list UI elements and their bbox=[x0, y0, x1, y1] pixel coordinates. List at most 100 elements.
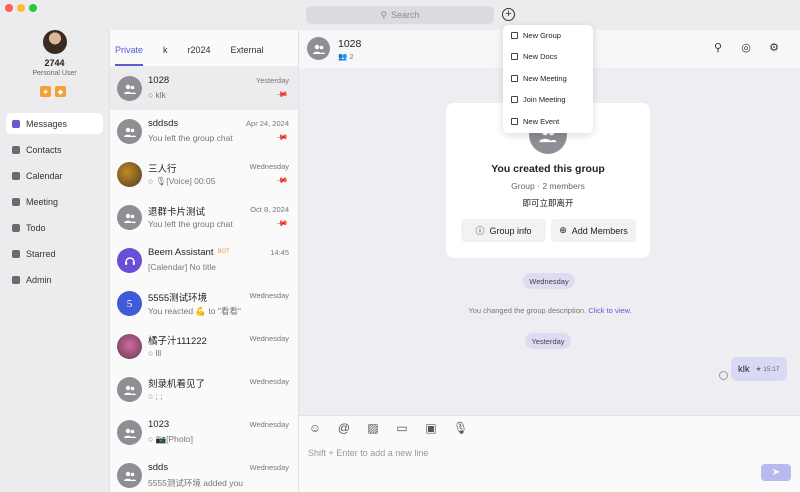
chat-preview: ○ 🎙[Voice] 00:05 bbox=[148, 175, 216, 186]
card-note: 即可立即离开 bbox=[522, 198, 574, 208]
title-bar: ⚲ Search + bbox=[0, 0, 800, 30]
nav-messages[interactable]: Messages bbox=[6, 113, 103, 134]
chat-tabs: Private k r2024 External bbox=[110, 30, 298, 67]
chat-title: 1028 bbox=[338, 38, 362, 50]
group-avatar-icon[interactable] bbox=[307, 37, 330, 60]
menu-new-event[interactable]: New Event bbox=[503, 111, 593, 132]
chat-preview: ○ klk bbox=[148, 89, 166, 100]
user-avatar[interactable] bbox=[43, 30, 67, 54]
chat-row[interactable]: 1028 Yesterday ○ klk 📌 bbox=[110, 67, 298, 110]
message-text: klk bbox=[738, 363, 750, 375]
nav-label: Meeting bbox=[26, 196, 59, 207]
group-icon bbox=[511, 32, 518, 39]
chat-preview: ○ lll bbox=[148, 347, 162, 358]
nav-meeting[interactable]: Meeting bbox=[6, 191, 103, 212]
chat-name: 退群卡片测试 bbox=[148, 206, 206, 218]
pin-icon: 📌 bbox=[275, 130, 289, 144]
menu-new-docs[interactable]: New Docs bbox=[503, 46, 593, 67]
group-avatar-icon bbox=[117, 377, 142, 402]
chat-row[interactable]: 三人行 Wednesday ○ 🎙[Voice] 00:05 📌 bbox=[110, 153, 298, 196]
card-title: You created this group bbox=[491, 163, 605, 175]
group-avatar-icon bbox=[117, 76, 142, 101]
chat-name: sddsds bbox=[148, 117, 179, 129]
nav-starred[interactable]: Starred bbox=[6, 243, 103, 264]
chat-time: Wednesday bbox=[249, 333, 289, 343]
chat-name: sdds bbox=[148, 461, 169, 473]
chat-preview: 5555测试环境 added you bbox=[148, 477, 243, 488]
send-button[interactable]: ➤ bbox=[761, 464, 791, 481]
minimize-window-button[interactable] bbox=[17, 4, 25, 12]
nav-label: Calendar bbox=[26, 170, 63, 181]
zoom-window-button[interactable] bbox=[29, 4, 37, 12]
menu-label: Join Meeting bbox=[523, 95, 566, 104]
group-info-button[interactable]: ⓘ Group info bbox=[461, 219, 546, 242]
chat-row[interactable]: 刻录机看见了 Wednesday ○ ; ; bbox=[110, 368, 298, 411]
date-divider: Wednesday bbox=[523, 273, 575, 289]
add-members-button[interactable]: ⊕ Add Members bbox=[551, 219, 636, 242]
tab-private[interactable]: Private bbox=[115, 45, 153, 66]
group-avatar-icon bbox=[117, 463, 142, 488]
chat-time: Wednesday bbox=[249, 462, 289, 472]
chat-row[interactable]: Beem Assistant BOT 14:45 [Calendar] No ti… bbox=[110, 239, 298, 282]
chat-row[interactable]: 5 5555测试环境 Wednesday You reacted 💪 to "看… bbox=[110, 282, 298, 325]
tab-external[interactable]: External bbox=[231, 45, 274, 66]
search-icon: ⚲ bbox=[380, 9, 388, 20]
chat-time: Yesterday bbox=[255, 75, 289, 85]
nav-contacts[interactable]: Contacts bbox=[6, 139, 103, 160]
menu-label: New Docs bbox=[523, 52, 558, 61]
click-to-view-link[interactable]: Click to view. bbox=[588, 306, 631, 315]
nav-admin[interactable]: Admin bbox=[6, 269, 103, 290]
nav-calendar[interactable]: Calendar bbox=[6, 165, 103, 186]
nav-todo[interactable]: Todo bbox=[6, 217, 103, 238]
add-button[interactable]: + bbox=[502, 8, 515, 21]
nav-label: Starred bbox=[26, 248, 56, 259]
plus-icon: + bbox=[505, 8, 512, 20]
menu-new-meeting[interactable]: New Meeting bbox=[503, 68, 593, 89]
image-icon[interactable]: ▨ bbox=[366, 421, 380, 435]
todo-icon bbox=[12, 223, 20, 232]
system-message: You changed the group description. Click… bbox=[299, 306, 800, 315]
chat-preview: You reacted 💪 to "看看" bbox=[148, 305, 241, 316]
tab-k[interactable]: k bbox=[163, 45, 178, 66]
member-count[interactable]: 👥 2 bbox=[338, 52, 354, 61]
card-subtitle: Group · 2 members bbox=[511, 181, 585, 191]
menu-join-meeting[interactable]: Join Meeting bbox=[503, 89, 593, 110]
search-in-chat-icon[interactable]: ⚲ bbox=[712, 42, 724, 54]
messages-icon bbox=[12, 119, 20, 128]
message-input[interactable]: Shift + Enter to add a new line bbox=[308, 448, 428, 458]
add-members-label: Add Members bbox=[571, 225, 628, 236]
tab-r2024[interactable]: r2024 bbox=[188, 45, 221, 66]
date-divider: Yesterday bbox=[525, 333, 571, 349]
left-nav: 2744 Personal User ★ ◆ Messages Contacts… bbox=[0, 30, 109, 492]
close-window-button[interactable] bbox=[5, 4, 13, 12]
chat-row[interactable]: sddsds Apr 24, 2024 You left the group c… bbox=[110, 110, 298, 153]
group-info-label: Group info bbox=[489, 225, 532, 236]
chat-row[interactable]: sdds Wednesday 5555测试环境 added you bbox=[110, 454, 298, 492]
card-icon[interactable]: ▣ bbox=[424, 421, 438, 435]
location-icon[interactable]: ◎ bbox=[740, 42, 752, 54]
chat-name: 橘子汁111222 bbox=[148, 335, 207, 347]
menu-label: New Group bbox=[523, 31, 561, 40]
status-badge[interactable]: ◆ bbox=[55, 86, 66, 97]
chat-row[interactable]: 橘子汁111222 Wednesday ○ lll bbox=[110, 325, 298, 368]
chat-name: 1023 bbox=[148, 418, 170, 430]
menu-new-group[interactable]: New Group bbox=[503, 25, 593, 46]
search-placeholder: Search bbox=[391, 10, 420, 20]
emoji-icon[interactable]: ☺ bbox=[308, 421, 322, 435]
chat-time: 14:45 bbox=[270, 247, 289, 257]
chat-row[interactable]: 退群卡片测试 Oct 8, 2024 You left the group ch… bbox=[110, 196, 298, 239]
settings-gear-icon[interactable]: ⚙ bbox=[768, 42, 780, 54]
chat-name-text: Beem Assistant bbox=[148, 246, 214, 258]
nav-label: Todo bbox=[26, 222, 46, 233]
chat-row[interactable]: 1023 Wednesday ○ 📷[Photo] bbox=[110, 411, 298, 454]
mention-icon[interactable]: @ bbox=[337, 421, 351, 435]
status-badge[interactable]: ★ bbox=[40, 86, 51, 97]
chat-time: Wednesday bbox=[249, 376, 289, 386]
event-icon bbox=[511, 118, 518, 125]
calendar-icon bbox=[12, 171, 20, 180]
chat-name: 三人行 bbox=[148, 163, 177, 175]
folder-icon[interactable]: ▭ bbox=[395, 421, 409, 435]
global-search[interactable]: ⚲ Search bbox=[306, 6, 494, 24]
microphone-icon[interactable]: 🎙 bbox=[453, 421, 468, 435]
message-bubble[interactable]: klk ★ 15:17 bbox=[731, 357, 787, 381]
